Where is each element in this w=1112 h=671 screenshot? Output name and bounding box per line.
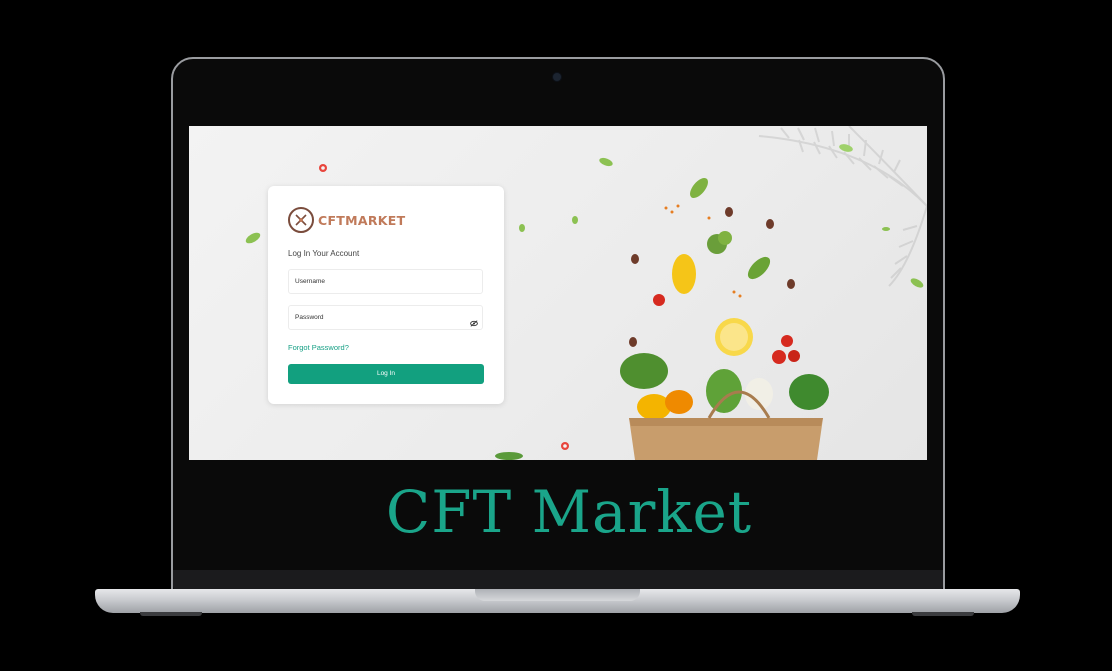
app-screen: CFTMARKET Log In Your Account Username P…	[189, 126, 927, 460]
webcam	[553, 73, 561, 81]
login-heading: Log In Your Account	[288, 249, 360, 258]
laptop-hinge	[173, 570, 943, 590]
product-caption: CFT Market	[385, 478, 753, 546]
login-card: CFTMARKET Log In Your Account Username P…	[268, 186, 504, 404]
brand-logo: CFTMARKET	[288, 207, 405, 233]
password-placeholder: Password	[295, 314, 324, 321]
laptop-notch	[475, 589, 640, 601]
logo-badge-icon	[288, 207, 314, 233]
logo-text: CFTMARKET	[318, 212, 406, 228]
username-input[interactable]: Username	[288, 269, 483, 294]
laptop-foot-right	[912, 612, 974, 616]
username-placeholder: Username	[295, 278, 325, 285]
password-input[interactable]: Password	[288, 305, 483, 330]
login-button[interactable]: Log In	[288, 364, 484, 384]
forgot-password-link[interactable]: Forgot Password?	[288, 343, 349, 352]
laptop-foot-left	[140, 612, 202, 616]
eye-slash-icon[interactable]	[470, 314, 478, 337]
